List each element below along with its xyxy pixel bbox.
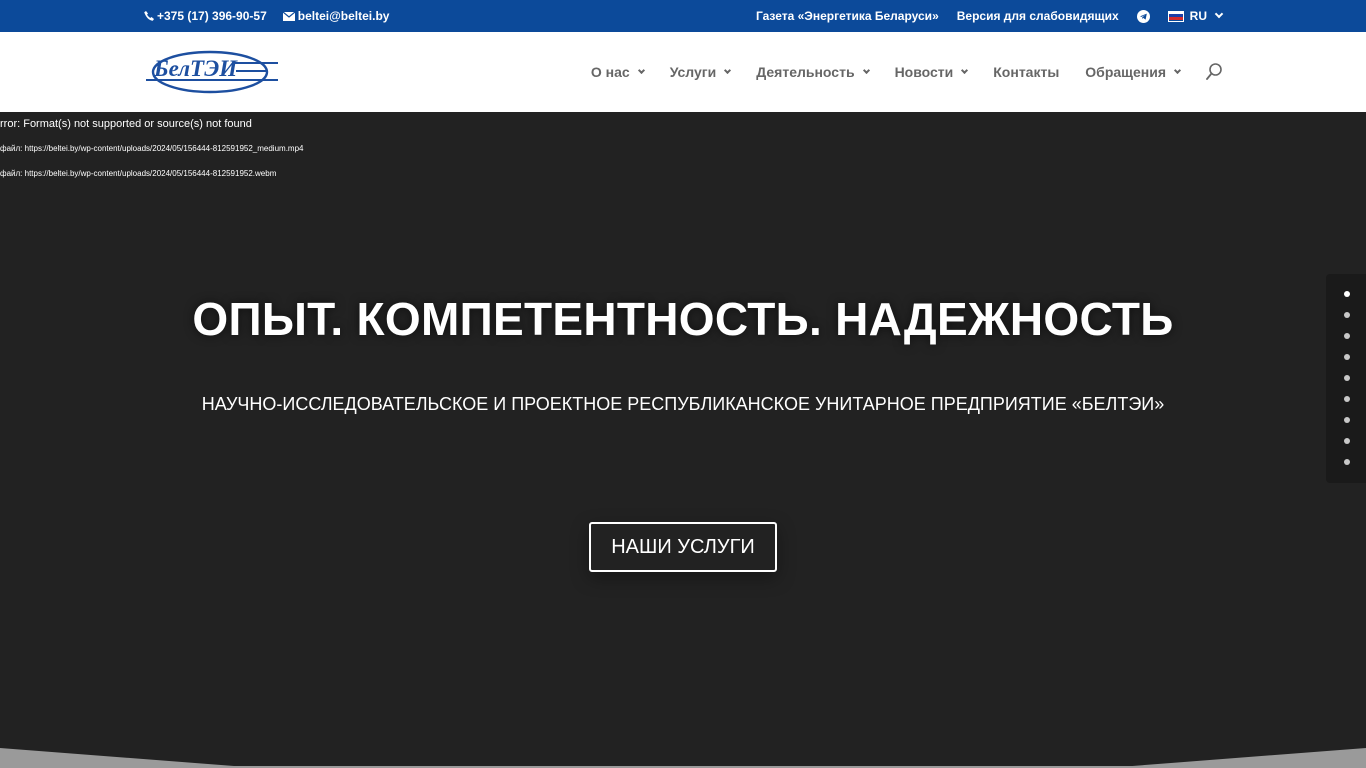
nav-item-contacts[interactable]: Контакты: [993, 64, 1059, 80]
email-link[interactable]: beltei@beltei.by: [282, 9, 390, 23]
video-source-mp4: файл: https://beltei.by/wp-content/uploa…: [0, 144, 304, 153]
nav-item-appeals[interactable]: Обращения: [1085, 64, 1182, 80]
newspaper-link[interactable]: Газета «Энергетика Беларуси»: [756, 9, 939, 23]
nav-item-label: Деятельность: [756, 64, 855, 80]
envelope-icon: [282, 11, 295, 21]
section-divider: [0, 748, 1366, 768]
slide-dot[interactable]: [1344, 396, 1350, 402]
nav-item-activity[interactable]: Деятельность: [756, 64, 870, 80]
video-source-webm: файл: https://beltei.by/wp-content/uploa…: [0, 169, 277, 178]
slide-dot[interactable]: [1344, 312, 1350, 318]
slide-dot[interactable]: [1344, 354, 1350, 360]
phone-link[interactable]: +375 (17) 396-90-57: [144, 9, 267, 23]
accessibility-link[interactable]: Версия для слабовидящих: [957, 9, 1119, 23]
chevron-down-icon: [637, 66, 645, 75]
email-text: beltei@beltei.by: [297, 9, 390, 23]
top-bar: +375 (17) 396-90-57 beltei@beltei.by Газ…: [0, 0, 1366, 32]
nav-item-about[interactable]: О нас: [590, 64, 645, 80]
nav-item-label: Контакты: [993, 64, 1060, 80]
chevron-down-icon: [1214, 9, 1224, 19]
nav-item-services[interactable]: Услуги: [669, 64, 732, 80]
video-error-message: rror: Format(s) not supported or source(…: [0, 118, 252, 130]
nav-item-news[interactable]: Новости: [894, 64, 969, 80]
slide-dot[interactable]: [1344, 459, 1350, 465]
hero-section: rror: Format(s) not supported or source(…: [0, 112, 1366, 768]
phone-text: +375 (17) 396-90-57: [157, 9, 267, 23]
chevron-down-icon: [724, 66, 732, 75]
main-nav: О нас Услуги Деятельность Новости Контак…: [591, 63, 1222, 81]
chevron-down-icon: [1173, 66, 1182, 75]
nav-item-label: О нас: [590, 64, 630, 80]
main-header: БелТЭИ О нас Услуги Деятельность Новости…: [0, 32, 1366, 112]
slide-dots-nav: [1326, 274, 1366, 483]
services-button[interactable]: НАШИ УСЛУГИ: [589, 522, 777, 572]
slide-dot[interactable]: [1344, 438, 1350, 444]
phone-icon: [144, 11, 154, 21]
language-switcher[interactable]: RU: [1167, 9, 1224, 23]
hero-subtitle: НАУЧНО-ИССЛЕДОВАТЕЛЬСКОЕ И ПРОЕКТНОЕ РЕС…: [201, 394, 1165, 414]
beltei-logo[interactable]: БелТЭИ: [146, 49, 278, 95]
nav-item-label: Новости: [894, 64, 954, 80]
chevron-down-icon: [961, 66, 969, 75]
hero-title: ОПЫТ. КОМПЕТЕНТНОСТЬ. НАДЕЖНОСТЬ: [192, 293, 1174, 345]
nav-item-label: Услуги: [669, 64, 717, 80]
chevron-down-icon: [862, 66, 870, 75]
russia-flag-icon: [1167, 10, 1184, 22]
slide-dot[interactable]: [1344, 333, 1350, 339]
nav-item-label: Обращения: [1085, 64, 1166, 80]
slide-dot[interactable]: [1344, 375, 1350, 381]
language-label: RU: [1189, 9, 1207, 23]
slide-dot[interactable]: [1344, 291, 1350, 297]
slide-dot[interactable]: [1344, 417, 1350, 423]
telegram-icon[interactable]: [1136, 9, 1150, 23]
search-icon[interactable]: [1206, 63, 1222, 81]
logo-text: БелТЭИ: [153, 56, 238, 81]
